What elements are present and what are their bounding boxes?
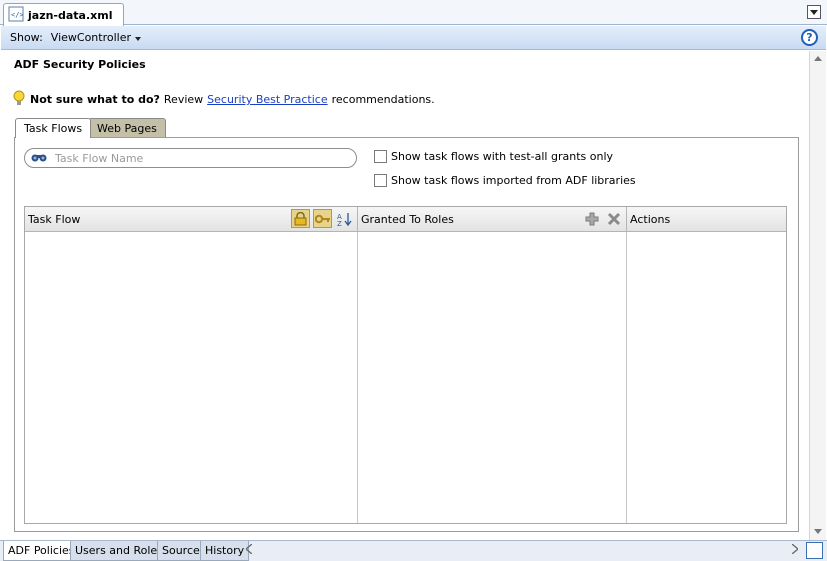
scroll-up-icon[interactable] (810, 51, 826, 65)
task-flow-search-input[interactable] (55, 151, 335, 165)
tab-users-and-roles[interactable]: Users and Roles (70, 541, 168, 561)
page-title: ADF Security Policies (14, 58, 146, 71)
vertical-scrollbar[interactable] (809, 51, 826, 540)
tab-history[interactable]: History (200, 541, 250, 561)
chevron-down-icon (135, 31, 142, 44)
split-editor-handle[interactable] (806, 542, 823, 559)
sort-az-icon[interactable]: AZ (335, 209, 354, 228)
imported-label: Show task flows imported from ADF librar… (391, 174, 636, 187)
scroll-right-icon[interactable] (791, 543, 800, 557)
svg-text:</>: </> (11, 11, 24, 19)
hint-prefix: Review (163, 93, 204, 106)
help-icon[interactable]: ? (801, 29, 818, 46)
bottom-tab-bar: ADF Policies Users and Roles Source Hist… (0, 540, 827, 561)
policies-table: Task Flow AZ Granted To Roles Actions (24, 206, 787, 524)
tab-source[interactable]: Source (157, 541, 205, 561)
roles-header-tools (582, 209, 623, 228)
binoculars-icon[interactable] (31, 151, 47, 166)
column-header-granted-to-roles[interactable]: Granted To Roles (358, 207, 627, 232)
scroll-down-icon[interactable] (810, 524, 826, 538)
tab-task-flows[interactable]: Task Flows (15, 118, 92, 138)
show-toolbar: Show: ViewController ? (1, 26, 826, 50)
hint-suffix: recommendations. (331, 93, 435, 106)
test-all-label: Show task flows with test-all grants onl… (391, 150, 614, 163)
add-icon[interactable] (582, 209, 601, 228)
scroll-left-icon[interactable] (244, 543, 253, 557)
project-selector[interactable]: ViewController (50, 31, 142, 44)
hint-line: Not sure what to do? Review Security Bes… (12, 90, 435, 109)
svg-text:Z: Z (337, 220, 342, 227)
tab-adf-policies[interactable]: ADF Policies (3, 541, 80, 561)
column-header-actions-label: Actions (630, 212, 671, 226)
imported-checkbox[interactable] (374, 174, 387, 187)
lock-icon[interactable] (291, 209, 310, 228)
column-header-actions[interactable]: Actions (627, 207, 786, 232)
task-flow-column-body (25, 232, 358, 523)
column-header-task-flow[interactable]: Task Flow AZ (25, 207, 358, 232)
file-tab-label: jazn-data.xml (28, 8, 113, 22)
task-flow-header-tools: AZ (291, 209, 354, 228)
tab-web-pages[interactable]: Web Pages (88, 118, 166, 137)
delete-icon[interactable] (604, 209, 623, 228)
roles-column-body (358, 232, 627, 523)
tab-list-dropdown[interactable] (807, 5, 821, 19)
show-label: Show: (10, 31, 43, 44)
chevron-down-icon (810, 6, 818, 19)
security-best-practice-link[interactable]: Security Best Practice (207, 93, 327, 106)
lightbulb-icon (12, 90, 26, 109)
key-icon[interactable] (313, 209, 332, 228)
imported-filter[interactable]: Show task flows imported from ADF librar… (374, 174, 636, 187)
project-selector-label: ViewController (50, 31, 132, 44)
test-all-checkbox[interactable] (374, 150, 387, 163)
hint-strong: Not sure what to do? (30, 93, 160, 106)
file-tab[interactable]: </> jazn-data.xml (3, 3, 124, 26)
test-all-filter[interactable]: Show task flows with test-all grants onl… (374, 150, 613, 163)
column-header-task-flow-label: Task Flow (28, 212, 81, 226)
column-header-granted-to-roles-label: Granted To Roles (361, 212, 454, 226)
task-flow-search (24, 148, 357, 168)
xml-file-icon: </> (8, 6, 24, 25)
editor-tab-strip: </> jazn-data.xml (0, 0, 827, 26)
